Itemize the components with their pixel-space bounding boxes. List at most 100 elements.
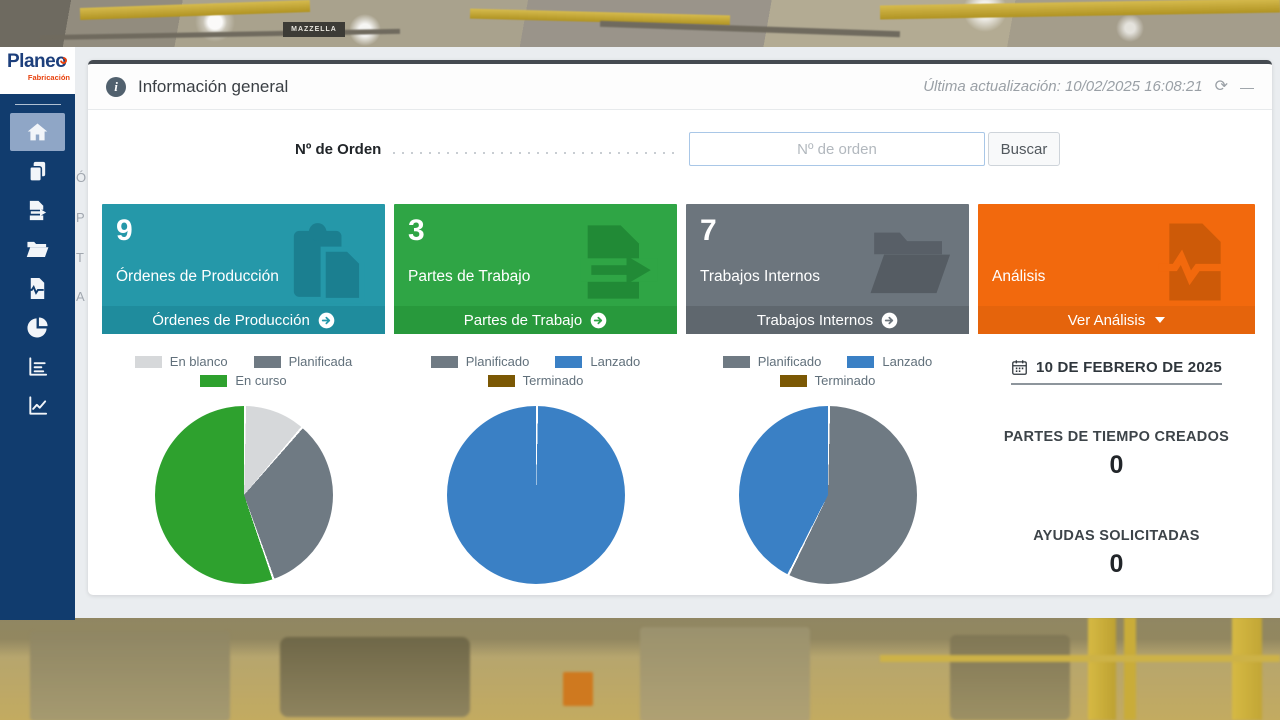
legend-swatch: [200, 374, 228, 387]
sidebar-item-internal-jobs[interactable]: [0, 230, 75, 269]
legend-label: En blanco: [169, 354, 228, 369]
stat-date-text: 10 DE FEBRERO DE 2025: [1036, 359, 1222, 376]
chart-legend: Planificado Lanzado Terminado: [722, 354, 932, 398]
logo-subtext: Fabricación: [27, 73, 70, 82]
page-title: Información general: [138, 76, 289, 96]
card-footer-label: Trabajos Internos: [756, 311, 874, 329]
sidebar: Planeo Fabricación: [0, 47, 75, 620]
file-waveform-icon: [27, 277, 45, 300]
card-analysis[interactable]: Análisis Ver Análisis: [978, 204, 1255, 334]
legend-swatch: [487, 374, 515, 387]
legend-label: En curso: [235, 373, 287, 388]
legend-label: Lanzado: [882, 354, 933, 369]
legend-swatch: [847, 355, 875, 368]
order-number-input[interactable]: [689, 132, 985, 166]
legend-label: Planificado: [757, 354, 822, 369]
legend-swatch: [253, 355, 281, 368]
info-icon: i: [106, 76, 126, 97]
card-footer-link[interactable]: Órdenes de Producción: [102, 306, 385, 334]
photo-tint-overlay: [0, 617, 1280, 720]
legend-label: Terminado: [814, 373, 876, 388]
pie-chart-internal-jobs: [738, 406, 917, 584]
arrow-circle-icon: [881, 312, 898, 328]
legend-swatch: [430, 355, 458, 368]
arrow-circle-icon: [318, 312, 335, 328]
main-panel: i Información general Última actualizaci…: [88, 60, 1272, 595]
sidebar-item-line-chart[interactable]: [0, 386, 75, 425]
card-footer-link[interactable]: Trabajos Internos: [686, 306, 969, 334]
dotted-leader: [393, 152, 677, 154]
daily-stats-column: 10 DE FEBRERO DE 2025 PARTES DE TIEMPO C…: [978, 359, 1255, 579]
legend-label: Planificado: [465, 354, 530, 369]
chart-work-reports: Planificado Lanzado Terminado: [394, 354, 677, 584]
legend-item[interactable]: Lanzado: [555, 354, 640, 369]
background-photo-top: MAZZELLA: [0, 0, 1280, 47]
folder-open-icon: [26, 241, 49, 257]
legend-item[interactable]: Terminado: [779, 373, 876, 388]
chart-legend: En blanco Planificada En curso: [134, 354, 353, 398]
file-export-icon: [27, 200, 49, 221]
photo-shape: [79, 0, 311, 21]
bar-chart-icon: [29, 357, 48, 376]
minimize-icon[interactable]: —: [1240, 80, 1254, 94]
last-update-text: Última actualización: 10/02/2025 16:08:2…: [923, 78, 1202, 95]
legend-item[interactable]: En blanco: [134, 354, 228, 369]
legend-item[interactable]: En curso: [200, 373, 287, 388]
card-internal-jobs[interactable]: 7 Trabajos Internos Trabajos Internos: [686, 204, 969, 334]
card-body: Análisis: [978, 204, 1255, 306]
sidebar-item-analysis[interactable]: [0, 269, 75, 308]
legend-label: Terminado: [522, 373, 584, 388]
sidebar-item-pie-chart[interactable]: [0, 308, 75, 347]
chart-legend: Planificado Lanzado Terminado: [430, 354, 640, 398]
clipboard-copy-icon: [281, 218, 369, 306]
legend-item[interactable]: Planificado: [430, 354, 530, 369]
card-body: 7 Trabajos Internos: [686, 204, 969, 306]
file-export-icon: [573, 218, 661, 306]
arrow-circle-icon: [590, 312, 607, 328]
legend-label: Planificada: [288, 354, 353, 369]
legend-swatch: [722, 355, 750, 368]
analysis-dropdown[interactable]: Ver Análisis: [978, 306, 1255, 334]
sidebar-item-home[interactable]: [10, 113, 65, 151]
card-footer-link[interactable]: Partes de Trabajo: [394, 306, 677, 334]
legend-label: Lanzado: [590, 354, 641, 369]
line-chart-icon: [29, 396, 48, 415]
file-waveform-icon: [1151, 218, 1239, 306]
sidebar-item-production-orders[interactable]: [0, 152, 75, 191]
photo-shape: [39, 28, 401, 41]
card-body: 3 Partes de Trabajo: [394, 204, 677, 306]
chart-production-orders: En blanco Planificada En curso: [102, 354, 385, 584]
pie-chart-icon: [27, 317, 48, 338]
card-production-orders[interactable]: 9 Órdenes de Producción Órdenes de Produ…: [102, 204, 385, 334]
background-photo-bottom: [0, 617, 1280, 720]
photo-sign: MAZZELLA: [283, 22, 345, 37]
photo-shape: [879, 0, 1280, 20]
copy-documents-icon: [29, 161, 46, 182]
app-logo[interactable]: Planeo Fabricación: [0, 47, 75, 94]
card-work-reports[interactable]: 3 Partes de Trabajo Partes de Trabajo: [394, 204, 677, 334]
calendar-icon: [1012, 360, 1027, 375]
legend-item[interactable]: Terminado: [487, 373, 584, 388]
summary-cards: 9 Órdenes de Producción Órdenes de Produ…: [102, 204, 1255, 334]
legend-item[interactable]: Planificada: [253, 354, 353, 369]
order-number-label: Nº de Orden: [295, 140, 382, 158]
panel-header: i Información general Última actualizaci…: [88, 64, 1272, 110]
card-body: 9 Órdenes de Producción: [102, 204, 385, 306]
card-footer-label: Partes de Trabajo: [463, 311, 583, 329]
sidebar-item-work-reports[interactable]: [0, 191, 75, 230]
search-button[interactable]: Buscar: [988, 132, 1060, 166]
home-icon: [27, 122, 48, 140]
refresh-icon[interactable]: ⟳: [1215, 78, 1228, 95]
legend-item[interactable]: Planificado: [722, 354, 822, 369]
legend-swatch: [555, 355, 583, 368]
legend-swatch: [134, 355, 162, 368]
chart-internal-jobs: Planificado Lanzado Terminado: [686, 354, 969, 584]
sidebar-item-bar-chart[interactable]: [0, 347, 75, 386]
card-footer-label: Órdenes de Producción: [152, 311, 310, 329]
last-update-label: Última actualización:: [923, 78, 1061, 95]
card-footer-label: Ver Análisis: [1067, 311, 1146, 329]
order-search-row: Nº de Orden Buscar: [88, 110, 1272, 186]
pie-chart-work-reports: [446, 406, 625, 584]
charts-row: En blanco Planificada En curso Planificado…: [102, 354, 969, 584]
legend-item[interactable]: Lanzado: [847, 354, 932, 369]
